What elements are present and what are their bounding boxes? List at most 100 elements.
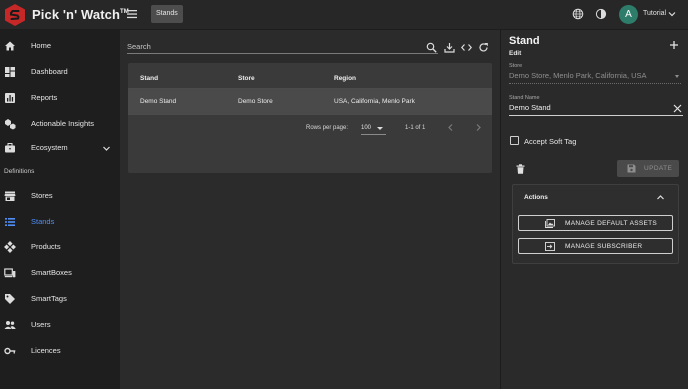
actions-header[interactable]: Actions [513,185,678,209]
rows-per-page-label: Rows per page: [306,125,349,131]
users-icon [4,321,16,329]
rows-per-page-value: 100 [361,125,372,131]
theme-contrast-icon[interactable] [595,8,607,20]
dashboard-icon [5,67,15,77]
menu-icon[interactable] [126,8,138,20]
search-input[interactable] [127,40,427,53]
save-icon [627,164,636,173]
chevron-down-icon[interactable] [668,10,676,18]
rows-per-page-select[interactable]: 100 [361,122,386,135]
chevron-right-icon[interactable] [474,123,483,132]
stands-table: Stand Store Region Demo Stand Demo Store… [128,63,492,173]
sidebar-item-actionable-insights[interactable]: Actionable Insights [0,112,120,136]
close-icon[interactable] [673,104,682,113]
cell-store: Demo Store [238,98,273,105]
avatar[interactable]: A [619,5,638,24]
search-icon[interactable] [426,42,437,53]
sidebar-item-label: Home [31,41,52,50]
image-gallery-icon [545,219,555,228]
stand-name-value: Demo Stand [509,103,551,112]
actions-title: Actions [524,194,548,201]
caret-down-icon [377,127,383,130]
accept-soft-tag-label[interactable]: Accept Soft Tag [524,137,576,146]
sidebar-item-label: SmartBoxes [31,268,72,277]
column-header-region[interactable]: Region [334,75,356,82]
sidebar-item-label: Reports [31,93,58,102]
sidebar-item-stands[interactable]: Stands [0,210,120,234]
home-icon [5,41,15,51]
sidebar-item-reports[interactable]: Reports [0,86,120,110]
update-button[interactable]: UPDATE [617,160,679,177]
stand-name-label: Stand Name [509,95,540,101]
sidebar: Home Dashboard Reports Actionable Insigh… [0,30,120,389]
chevron-up-icon [657,195,664,200]
sidebar-item-label: Dashboard [31,67,68,76]
update-button-label: UPDATE [644,165,673,172]
sidebar-item-label: Stands [31,217,55,226]
briefcase-icon [5,143,15,153]
refresh-icon[interactable] [478,42,489,53]
manage-default-assets-button[interactable]: MANAGE DEFAULT ASSETS [518,215,673,231]
store-value: Demo Store, Menlo Park, California, USA [509,71,647,80]
store-field-label: Store [509,63,523,69]
tag-icon [5,294,15,304]
manage-subscriber-label: MANAGE SUBSCRIBER [565,243,643,250]
sidebar-item-dashboard[interactable]: Dashboard [0,60,120,84]
sidebar-item-label: Stores [31,191,53,200]
sidebar-item-label: Users [31,320,51,329]
sidebar-item-ecosystem[interactable]: Ecosystem [0,136,120,160]
manage-subscriber-button[interactable]: MANAGE SUBSCRIBER [518,238,673,254]
stand-name-field[interactable]: Demo Stand [509,102,683,116]
code-icon[interactable] [461,42,472,53]
panel-title: Stand [509,35,540,47]
insights-icon [5,119,16,130]
top-app-bar: Pick 'n' WatchTM Stands A Tutorial [0,0,688,30]
actions-card: Actions MANAGE DEFAULT ASSETS MANAGE SUB… [512,184,679,264]
cell-stand: Demo Stand [140,98,177,105]
devices-icon [4,268,16,278]
globe-icon[interactable] [572,8,584,20]
products-icon [4,241,16,253]
column-header-store[interactable]: Store [238,75,255,82]
trash-icon[interactable] [516,164,525,174]
chevron-left-icon[interactable] [446,123,455,132]
sidebar-item-users[interactable]: Users [0,313,120,337]
section-label-definitions: Definitions [4,168,35,175]
sidebar-item-label: Ecosystem [31,143,68,152]
sidebar-item-label: Licences [31,346,61,355]
input-icon [545,242,555,251]
panel-subtitle: Edit [509,50,522,57]
sidebar-item-label: SmartTags [31,294,67,303]
column-header-stand[interactable]: Stand [140,75,158,82]
table-row[interactable]: Demo Stand Demo Store USA, California, M… [128,89,492,114]
cell-region: USA, California, Menlo Park [334,98,415,105]
store-icon [4,191,16,201]
accept-soft-tag-checkbox[interactable] [510,136,519,145]
manage-default-assets-label: MANAGE DEFAULT ASSETS [565,220,658,227]
caret-down-icon [675,75,679,78]
list-icon [5,218,15,226]
brand-logo-icon [5,4,25,26]
download-icon[interactable] [444,42,455,53]
sidebar-item-products[interactable]: Products [0,235,120,259]
sidebar-item-home[interactable]: Home [0,34,120,58]
stand-edit-panel: Stand Edit Store Demo Store, Menlo Park,… [500,30,688,389]
sidebar-item-label: Actionable Insights [31,119,94,128]
pagination-range: 1-1 of 1 [405,125,426,131]
sidebar-item-smarttags[interactable]: SmartTags [0,287,120,311]
main-content: Stand Store Region Demo Stand Demo Store… [120,30,500,389]
breadcrumb-chip[interactable]: Stands [151,5,183,23]
reports-icon [5,93,15,103]
sidebar-item-licences[interactable]: Licences [0,339,120,363]
divider [128,114,492,115]
sidebar-item-stores[interactable]: Stores [0,184,120,208]
sidebar-item-smartboxes[interactable]: SmartBoxes [0,261,120,285]
brand-text: Pick 'n' Watch [32,7,121,22]
add-icon[interactable] [669,40,679,50]
search-field[interactable] [127,40,438,54]
store-select[interactable]: Demo Store, Menlo Park, California, USA [509,70,681,84]
chevron-down-icon [103,146,110,151]
sidebar-item-label: Products [31,242,61,251]
key-icon [4,347,16,355]
user-name[interactable]: Tutorial [643,10,666,17]
